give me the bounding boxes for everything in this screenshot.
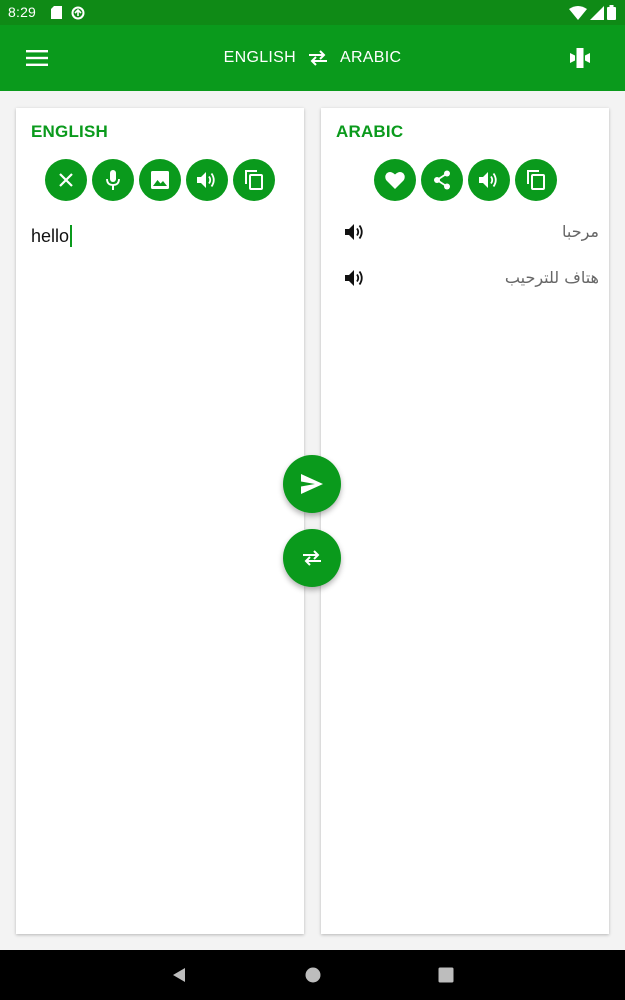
target-language-label[interactable]: ARABIC xyxy=(340,49,401,67)
image-icon xyxy=(151,171,169,189)
source-text-value: hello xyxy=(31,225,70,246)
sd-card-icon xyxy=(50,5,62,20)
home-button[interactable] xyxy=(299,961,327,989)
swap-icon xyxy=(302,550,322,566)
source-actions xyxy=(16,159,304,201)
translation-text: مرحبا xyxy=(562,222,599,241)
mic-button[interactable] xyxy=(92,159,134,201)
swap-horiz-icon[interactable] xyxy=(308,50,328,66)
image-button[interactable] xyxy=(139,159,181,201)
conversation-mode-button[interactable] xyxy=(560,38,600,78)
volume-icon[interactable] xyxy=(343,266,367,290)
target-panel: ARABIC مرحبا هتاف للترحيب xyxy=(321,108,609,934)
translate-button[interactable] xyxy=(283,455,341,513)
conversation-mode-icon xyxy=(569,47,591,69)
language-switcher: ENGLISH ARABIC xyxy=(0,25,625,91)
target-panel-title: ARABIC xyxy=(336,122,404,141)
source-language-label[interactable]: ENGLISH xyxy=(224,49,296,67)
clear-icon xyxy=(58,172,74,188)
volume-icon xyxy=(197,171,217,189)
swap-languages-button[interactable] xyxy=(283,529,341,587)
home-icon xyxy=(305,967,321,983)
target-actions xyxy=(321,159,609,201)
app-bar: ENGLISH ARABIC xyxy=(0,25,625,91)
list-item: هتاف للترحيب xyxy=(321,258,609,304)
send-icon xyxy=(301,474,323,494)
mic-icon xyxy=(105,170,121,190)
recents-button[interactable] xyxy=(432,961,460,989)
wifi-icon xyxy=(569,5,587,20)
back-button[interactable] xyxy=(165,961,193,989)
battery-icon xyxy=(607,5,616,20)
favorite-icon xyxy=(384,171,405,189)
recents-icon xyxy=(438,967,454,983)
share-icon xyxy=(433,170,451,190)
source-panel-title: ENGLISH xyxy=(31,122,108,141)
source-panel: ENGLISH hello xyxy=(16,108,304,934)
source-text-input[interactable]: hello xyxy=(31,225,73,247)
copy-icon xyxy=(245,170,263,190)
target-speak-button[interactable] xyxy=(467,159,510,201)
cellular-icon xyxy=(590,5,604,20)
translation-results: مرحبا هتاف للترحيب xyxy=(321,212,609,304)
volume-icon[interactable] xyxy=(343,220,367,244)
share-button[interactable] xyxy=(420,159,463,201)
text-cursor xyxy=(70,225,73,247)
clear-button[interactable] xyxy=(45,159,87,201)
back-icon xyxy=(171,967,187,983)
list-item: مرحبا xyxy=(321,212,609,258)
volume-icon xyxy=(478,171,499,189)
source-speak-button[interactable] xyxy=(186,159,228,201)
translation-text: هتاف للترحيب xyxy=(504,268,599,287)
source-copy-button[interactable] xyxy=(233,159,275,201)
copy-icon xyxy=(526,170,545,190)
status-bar: 8:29 xyxy=(0,0,625,25)
target-copy-button[interactable] xyxy=(514,159,557,201)
status-time: 8:29 xyxy=(8,4,37,20)
navigation-bar xyxy=(0,950,625,1000)
favorite-button[interactable] xyxy=(373,159,416,201)
data-saver-icon xyxy=(70,5,85,20)
